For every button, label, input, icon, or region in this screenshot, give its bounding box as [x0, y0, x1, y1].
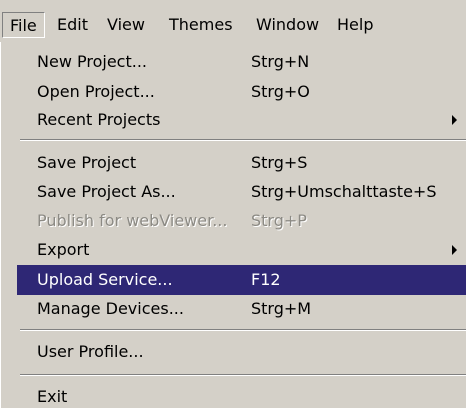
submenu-arrow-icon [452, 115, 457, 125]
menu-item-export[interactable]: Export [17, 235, 466, 265]
menu-item-recent-projects[interactable]: Recent Projects [17, 105, 466, 135]
menu-item-label: Save Project As... [37, 182, 176, 201]
menu-separator [20, 139, 466, 141]
submenu-arrow-icon [452, 245, 457, 255]
menu-item-open-project[interactable]: Open Project... Strg+O [17, 77, 466, 107]
menu-item-shortcut: Strg+Umschalttaste+S [251, 182, 437, 201]
menu-item-shortcut: Strg+S [251, 153, 308, 172]
menu-item-upload-service[interactable]: Upload Service... F12 [17, 265, 466, 295]
menu-themes[interactable]: Themes [169, 12, 233, 38]
menu-item-publish-webviewer: Publish for webViewer... Strg+P [17, 206, 466, 236]
menu-item-new-project[interactable]: New Project... Strg+N [17, 47, 466, 77]
menu-help[interactable]: Help [337, 12, 373, 38]
menu-separator [20, 374, 466, 376]
menu-separator [20, 329, 466, 331]
file-menu-dropdown: New Project... Strg+N Open Project... St… [0, 42, 466, 408]
menu-bar: File Edit View Themes Window Help [0, 0, 466, 42]
menu-file[interactable]: File [2, 12, 45, 38]
menu-item-manage-devices[interactable]: Manage Devices... Strg+M [17, 294, 466, 324]
menu-item-label: Recent Projects [37, 110, 161, 129]
menu-item-shortcut: Strg+P [251, 211, 307, 230]
menu-window[interactable]: Window [256, 12, 319, 38]
menu-item-label: Export [37, 240, 90, 259]
menu-item-shortcut: Strg+M [251, 299, 312, 318]
menu-item-user-profile[interactable]: User Profile... [17, 337, 466, 367]
menu-item-shortcut: Strg+N [251, 52, 310, 71]
menu-item-label: Open Project... [37, 82, 155, 101]
menu-edit[interactable]: Edit [57, 12, 88, 38]
application-window: File Edit View Themes Window Help New Pr… [0, 0, 466, 408]
menu-item-label: New Project... [37, 52, 147, 71]
menu-item-label: Upload Service... [37, 270, 173, 289]
menu-item-shortcut: F12 [251, 270, 281, 289]
menu-item-save-project[interactable]: Save Project Strg+S [17, 148, 466, 178]
menu-item-label: Publish for webViewer... [37, 211, 228, 230]
menu-item-label: User Profile... [37, 342, 144, 361]
menu-item-label: Manage Devices... [37, 299, 184, 318]
menu-item-label: Save Project [37, 153, 137, 172]
menu-view[interactable]: View [107, 12, 145, 38]
menu-item-shortcut: Strg+O [251, 82, 310, 101]
menu-item-save-project-as[interactable]: Save Project As... Strg+Umschalttaste+S [17, 177, 466, 207]
